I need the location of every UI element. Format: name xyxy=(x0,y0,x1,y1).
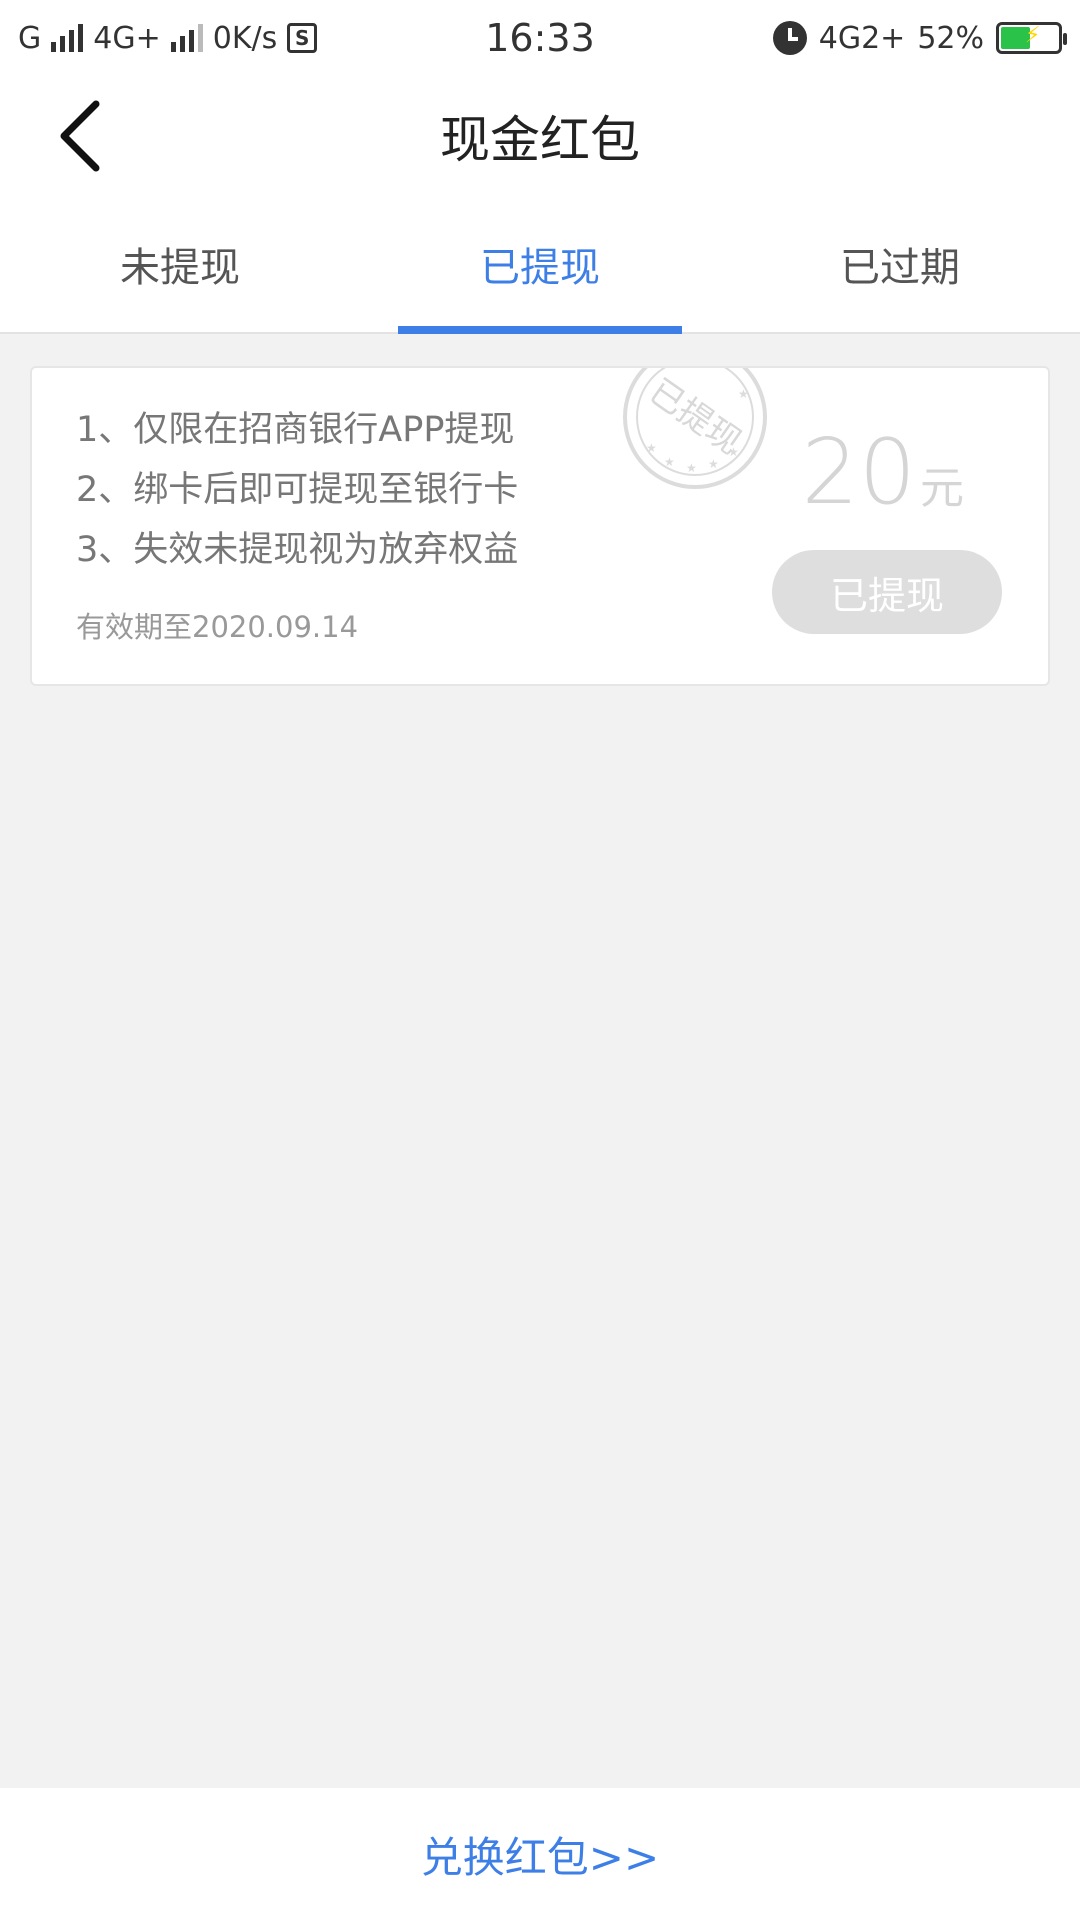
rule-item: 2、绑卡后即可提现至银行卡 xyxy=(76,470,519,510)
tab-not-withdrawn[interactable]: 未提现 xyxy=(0,196,360,332)
tab-bar: 未提现 已提现 已过期 xyxy=(0,196,1080,334)
tab-label: 未提现 xyxy=(120,245,240,291)
red-packet-amount: 20 元 xyxy=(801,420,964,525)
svg-text:★: ★ xyxy=(686,461,697,475)
carrier-1-label: G xyxy=(18,20,42,56)
carrier-2-label: 4G+ xyxy=(93,20,161,56)
amount-value: 20 xyxy=(801,420,916,525)
network-speed: 0K/s xyxy=(212,20,278,56)
red-packet-card: ★ ★ ★ ★ ★ ★ 已提现 1、仅限在招商银行APP提现 2、绑卡后即可提现至银行卡… xyxy=(30,366,1050,686)
alarm-icon xyxy=(772,21,807,55)
battery-percentage: 52% xyxy=(917,20,984,56)
withdrawn-status-button: 已提现 xyxy=(772,550,1002,634)
svg-text:★: ★ xyxy=(646,441,657,455)
svg-text:★: ★ xyxy=(738,387,749,401)
charging-bolt-icon: ⚡ xyxy=(1025,23,1041,48)
back-button[interactable] xyxy=(40,96,120,176)
svg-text:★: ★ xyxy=(708,457,719,471)
signal-strength-icon xyxy=(51,24,84,52)
svg-text:★: ★ xyxy=(664,455,675,469)
status-bar: G 4G+ 0K/s S 16:33 4G2+ 52% ⚡ xyxy=(0,0,1080,76)
page-title: 现金红包 xyxy=(440,111,640,169)
app-root: G 4G+ 0K/s S 16:33 4G2+ 52% ⚡ 现金红包 未提现 已… xyxy=(0,0,1080,1920)
status-bar-right: 4G2+ 52% ⚡ xyxy=(772,0,1067,76)
active-tab-indicator xyxy=(398,326,682,334)
rules-list: 1、仅限在招商银行APP提现 2、绑卡后即可提现至银行卡 3、失效未提现视为放弃… xyxy=(76,400,518,580)
withdrawn-stamp-icon: ★★ ★ ★★★ 已提现 xyxy=(623,368,767,489)
tab-label: 已提现 xyxy=(480,245,600,291)
rule-item: 1、仅限在招商银行APP提现 xyxy=(76,410,515,450)
tab-label: 已过期 xyxy=(840,245,960,291)
signal-strength-icon xyxy=(170,24,203,52)
bottom-bar: 兑换红包>> xyxy=(0,1788,1080,1920)
tab-expired[interactable]: 已过期 xyxy=(720,196,1080,332)
rule-item: 3、失效未提现视为放弃权益 xyxy=(76,530,519,570)
network-type: 4G2+ xyxy=(818,20,906,56)
sim-icon: S xyxy=(287,23,318,53)
amount-unit: 元 xyxy=(920,463,964,514)
chevron-left-icon xyxy=(60,100,100,172)
exchange-red-packet-link[interactable]: 兑换红包>> xyxy=(421,1824,659,1885)
validity-date: 有效期至2020.09.14 xyxy=(76,610,359,644)
tab-withdrawn[interactable]: 已提现 xyxy=(360,196,720,334)
status-bar-left: G 4G+ 0K/s S xyxy=(18,0,318,76)
battery-icon: ⚡ xyxy=(996,22,1067,54)
stamp-text: 已提现 xyxy=(642,371,748,462)
top-nav-bar: 现金红包 xyxy=(0,76,1080,196)
